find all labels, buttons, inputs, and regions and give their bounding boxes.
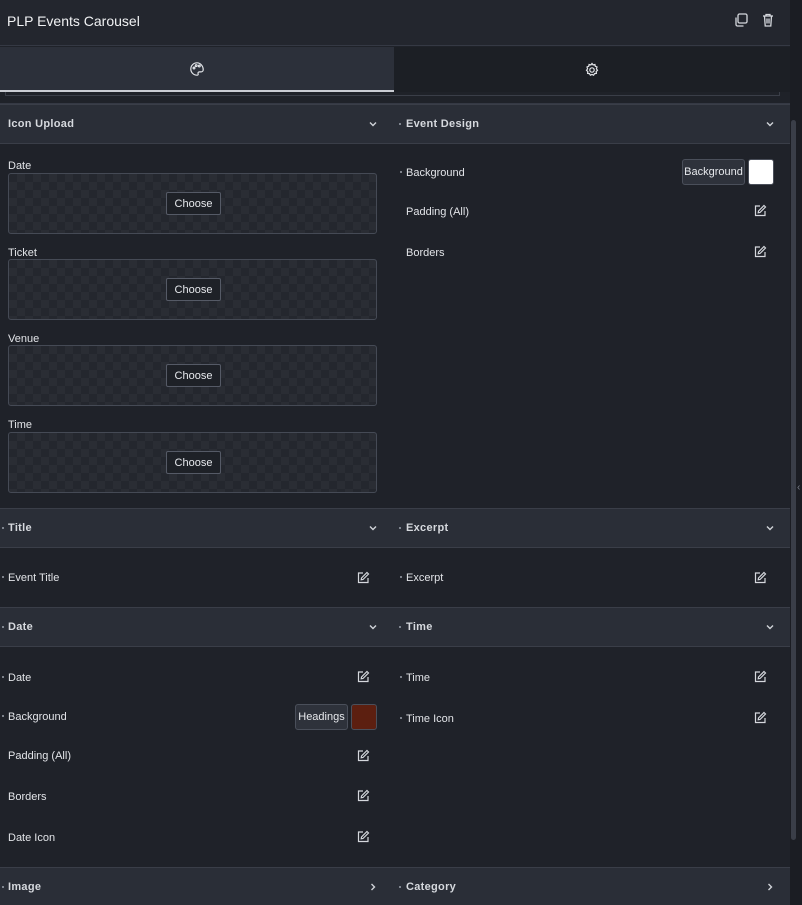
edit-icon[interactable] [356,571,370,585]
section-dot [2,527,4,529]
palette-icon [190,61,204,76]
edit-icon[interactable] [753,245,767,259]
time-icon-label: Time Icon [406,713,454,725]
section-title: Date [8,621,34,633]
chevron-down-icon [764,621,776,633]
event-background-color-swatch[interactable] [748,159,774,185]
field-dot [400,171,402,173]
section-dot [399,886,401,888]
chevron-right-icon [764,881,776,893]
section-title: Image [8,881,42,893]
event-background-preset-button[interactable]: Background [682,159,745,185]
section-title: Title [8,522,32,534]
section-time-header[interactable]: Time [394,607,790,647]
section-dot [2,886,4,888]
field-dot [2,676,4,678]
date-background-preset-button[interactable]: Headings [295,704,348,730]
choose-date-icon-button[interactable]: Choose [166,192,221,215]
upload-date-dropzone[interactable]: Choose [8,173,377,234]
edit-icon[interactable] [356,789,370,803]
edit-icon[interactable] [356,749,370,763]
choose-time-icon-button[interactable]: Choose [166,451,221,474]
field-dot [2,576,4,578]
section-icon-upload-header[interactable]: Icon Upload [0,104,394,144]
duplicate-icon[interactable] [733,12,749,28]
edit-icon[interactable] [753,711,767,725]
upload-ticket-label: Ticket [8,247,37,259]
upload-venue-dropzone[interactable]: Choose [8,345,377,406]
chevron-down-icon [367,621,379,633]
excerpt-label: Excerpt [406,572,444,584]
section-event-design-header[interactable]: Event Design [394,104,790,144]
panel-title: PLP Events Carousel [7,13,140,29]
chevron-down-icon [764,522,776,534]
field-dot [400,717,402,719]
time-label: Time [406,672,431,684]
section-dot [399,626,401,628]
section-image-header[interactable]: Image [0,867,394,905]
gear-icon [585,62,599,76]
chevron-right-icon [367,881,379,893]
chevron-down-icon [367,118,379,130]
edit-icon[interactable] [753,670,767,684]
field-dot [400,576,402,578]
section-title-header[interactable]: Title [0,508,394,548]
field-dot [2,715,4,717]
date-label: Date [8,672,32,684]
tab-style[interactable] [0,47,394,92]
resize-handle-icon[interactable]: ‹ [797,482,802,496]
date-padding-label: Padding (All) [8,750,71,762]
edit-icon[interactable] [356,670,370,684]
section-title: Icon Upload [8,118,75,130]
upload-time-label: Time [8,419,33,431]
event-title-label: Event Title [8,572,60,584]
upload-venue-label: Venue [8,333,40,345]
event-padding-label: Padding (All) [406,206,469,218]
choose-venue-icon-button[interactable]: Choose [166,364,221,387]
edit-icon[interactable] [356,830,370,844]
panel-top-divider [0,92,790,104]
section-title: Category [406,881,457,893]
section-dot [399,527,401,529]
upload-time-dropzone[interactable]: Choose [8,432,377,493]
section-dot [2,626,4,628]
tab-settings[interactable] [394,47,790,92]
section-category-header[interactable]: Category [394,867,790,905]
upload-date-label: Date [8,160,32,172]
chevron-down-icon [764,118,776,130]
event-background-label: Background [406,167,465,179]
section-title: Event Design [406,118,480,130]
choose-ticket-icon-button[interactable]: Choose [166,278,221,301]
edit-icon[interactable] [753,204,767,218]
trash-icon[interactable] [760,12,776,28]
panel-tabs [0,47,790,92]
section-dot [399,123,401,125]
date-background-color-swatch[interactable] [351,704,377,730]
chevron-down-icon [367,522,379,534]
upload-ticket-dropzone[interactable]: Choose [8,259,377,320]
event-borders-label: Borders [406,247,445,259]
section-title: Excerpt [406,522,449,534]
section-date-header[interactable]: Date [0,607,394,647]
date-borders-label: Borders [8,791,47,803]
section-title: Time [406,621,433,633]
date-icon-label: Date Icon [8,832,56,844]
field-dot [400,676,402,678]
section-excerpt-header[interactable]: Excerpt [394,508,790,548]
panel-header: PLP Events Carousel [0,0,790,46]
edit-icon[interactable] [753,571,767,585]
scrollbar-thumb[interactable] [791,120,796,840]
date-background-label: Background [8,711,67,723]
